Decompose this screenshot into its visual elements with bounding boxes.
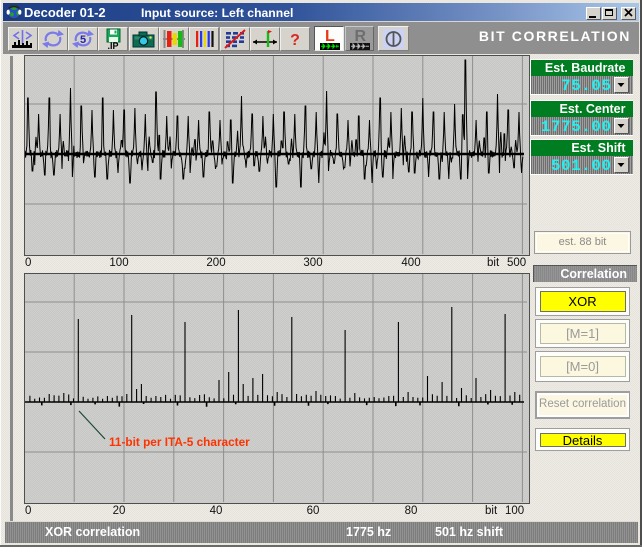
- svg-text:?: ?: [290, 32, 300, 49]
- svg-text:.IP: .IP: [108, 41, 119, 50]
- svg-text:5: 5: [80, 34, 86, 46]
- svg-text:11-bit per ITA-5 character: 11-bit per ITA-5 character: [109, 435, 250, 449]
